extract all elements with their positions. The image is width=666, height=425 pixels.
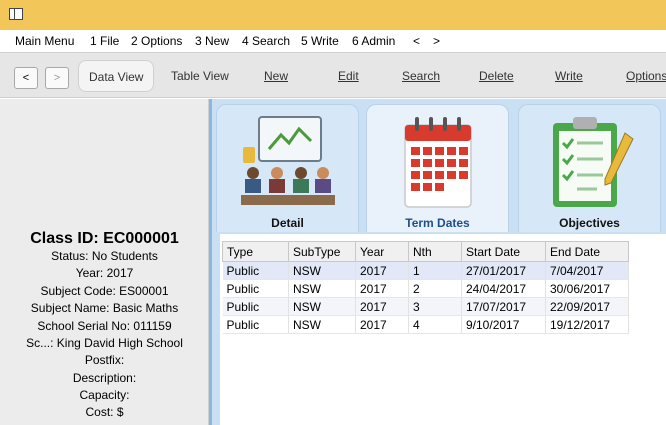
menu-write[interactable]: 5 Write (301, 34, 339, 48)
year-line: Year: 2017 (75, 266, 134, 280)
toolbar: < > Data View Table View New Edit Search… (0, 52, 666, 98)
col-start-date-header[interactable]: Start Date (461, 241, 546, 262)
tile-term-dates-label: Term Dates (405, 216, 470, 230)
col-end-date-header[interactable]: End Date (545, 241, 629, 262)
cell-end-date: 7/04/2017 (545, 261, 629, 280)
cell-type: Public (222, 279, 289, 298)
class-id-heading: Class ID: EC000001 (30, 230, 179, 247)
postfix-line: Postfix: (84, 353, 125, 367)
menu-search[interactable]: 4 Search (242, 34, 290, 48)
cell-start-date: 17/07/2017 (461, 297, 546, 316)
delete-button[interactable]: Delete (479, 60, 514, 92)
cell-nth: 3 (408, 297, 462, 316)
cell-end-date: 19/12/2017 (545, 315, 629, 334)
cell-nth: 1 (408, 261, 462, 280)
table-row[interactable]: Public NSW 2017 2 24/04/2017 30/06/2017 (222, 279, 629, 298)
title-bar (0, 0, 666, 30)
cell-year: 2017 (355, 297, 409, 316)
menu-forward-arrow[interactable]: > (433, 34, 440, 48)
cell-year: 2017 (355, 315, 409, 334)
forward-button[interactable]: > (45, 67, 69, 89)
write-button[interactable]: Write (555, 60, 583, 92)
table-row[interactable]: Public NSW 2017 4 9/10/2017 19/12/2017 (222, 315, 629, 334)
cell-subtype: NSW (288, 261, 356, 280)
tile-detail[interactable]: Detail (216, 104, 359, 232)
tile-detail-label: Detail (271, 216, 304, 230)
cell-year: 2017 (355, 261, 409, 280)
cell-end-date: 22/09/2017 (545, 297, 629, 316)
cell-nth: 2 (408, 279, 462, 298)
cell-year: 2017 (355, 279, 409, 298)
menu-back-arrow[interactable]: < (413, 34, 420, 48)
search-button[interactable]: Search (402, 60, 440, 92)
subject-code-line: Subject Code: ES00001 (40, 284, 169, 298)
subject-name-line: Subject Name: Basic Maths (30, 301, 179, 315)
menu-main[interactable]: Main Menu (15, 34, 74, 48)
cell-subtype: NSW (288, 279, 356, 298)
new-button[interactable]: New (264, 60, 288, 92)
presentation-icon (241, 116, 335, 205)
menu-bar: Main Menu 1 File 2 Options 3 New 4 Searc… (0, 30, 666, 52)
capacity-line: Capacity: (79, 388, 130, 402)
term-dates-table: Type SubType Year Nth Start Date End Dat… (222, 241, 629, 334)
cell-end-date: 30/06/2017 (545, 279, 629, 298)
cell-start-date: 27/01/2017 (461, 261, 546, 280)
edit-button[interactable]: Edit (338, 60, 359, 92)
calendar-icon (404, 117, 472, 208)
cell-subtype: NSW (288, 297, 356, 316)
cell-start-date: 9/10/2017 (461, 315, 546, 334)
tile-objectives-label: Objectives (559, 216, 620, 230)
tile-term-dates[interactable]: Term Dates (366, 104, 509, 232)
school-name-line: Sc...: King David High School (26, 336, 183, 350)
tile-objectives[interactable]: Objectives (518, 104, 661, 232)
options-button[interactable]: Options (626, 60, 666, 92)
cell-type: Public (222, 261, 289, 280)
table-row[interactable]: Public NSW 2017 1 27/01/2017 7/04/2017 (222, 261, 629, 280)
menu-options[interactable]: 2 Options (131, 34, 182, 48)
window-icon[interactable] (9, 8, 23, 20)
school-serial-line: School Serial No: 011159 (37, 319, 172, 333)
back-button[interactable]: < (14, 67, 38, 89)
cell-type: Public (222, 297, 289, 316)
cell-subtype: NSW (288, 315, 356, 334)
col-nth-header[interactable]: Nth (408, 241, 462, 262)
table-row[interactable]: Public NSW 2017 3 17/07/2017 22/09/2017 (222, 297, 629, 316)
menu-admin[interactable]: 6 Admin (352, 34, 395, 48)
cell-nth: 4 (408, 315, 462, 334)
clipboard-checklist-icon (553, 117, 634, 207)
cell-start-date: 24/04/2017 (461, 279, 546, 298)
cell-type: Public (222, 315, 289, 334)
table-header-row: Type SubType Year Nth Start Date End Dat… (222, 241, 629, 262)
record-summary-panel: Class ID: EC000001 Status: No Students Y… (0, 99, 209, 425)
status-line: Status: No Students (51, 249, 158, 263)
detail-panel: Detail Term Dates Objectives Type SubTyp… (212, 99, 666, 425)
data-view-button[interactable]: Data View (78, 60, 155, 92)
table-view-button[interactable]: Table View (171, 60, 229, 92)
col-type-header[interactable]: Type (222, 241, 289, 262)
col-year-header[interactable]: Year (355, 241, 409, 262)
cost-line: Cost: $ (85, 405, 124, 419)
col-subtype-header[interactable]: SubType (288, 241, 356, 262)
description-line: Description: (72, 371, 137, 385)
menu-file[interactable]: 1 File (90, 34, 119, 48)
menu-new[interactable]: 3 New (195, 34, 229, 48)
